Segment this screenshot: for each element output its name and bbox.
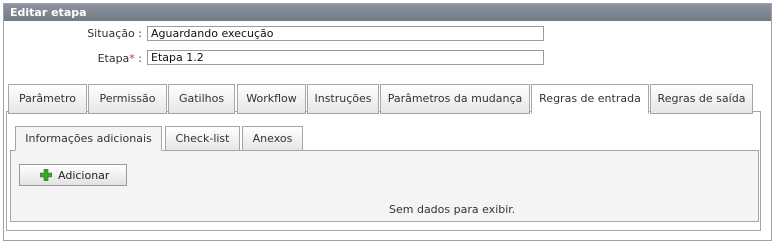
add-button[interactable]: Adicionar bbox=[19, 164, 127, 186]
etapa-label: Etapa* : bbox=[2, 52, 142, 65]
tab-check-list[interactable]: Check-list bbox=[165, 126, 240, 151]
situacao-label: Situação : bbox=[87, 27, 142, 40]
tab-instrucoes[interactable]: Instruções bbox=[307, 84, 379, 114]
tab-label: Regras de saída bbox=[657, 92, 746, 105]
tab-gatilhos[interactable]: Gatilhos bbox=[168, 84, 235, 114]
tab-label: Permissão bbox=[99, 92, 156, 105]
panel-title: Editar etapa bbox=[4, 4, 771, 21]
tab-workflow[interactable]: Workflow bbox=[237, 84, 306, 114]
situacao-field[interactable] bbox=[147, 26, 544, 41]
sub-tab-content bbox=[10, 150, 759, 222]
add-button-label: Adicionar bbox=[58, 168, 110, 182]
tab-informacoes-adicionais[interactable]: Informações adicionais bbox=[15, 126, 162, 151]
tab-label: Check-list bbox=[175, 132, 230, 145]
tab-label: Regras de entrada bbox=[539, 92, 641, 105]
tab-regras-saida[interactable]: Regras de saída bbox=[650, 84, 753, 114]
etapa-field[interactable] bbox=[147, 50, 544, 65]
tab-permissao[interactable]: Permissão bbox=[88, 84, 167, 114]
tab-regras-entrada[interactable]: Regras de entrada bbox=[531, 84, 649, 114]
tab-label: Anexos bbox=[252, 132, 293, 145]
tab-parametros-mudanca[interactable]: Parâmetros da mudança bbox=[380, 84, 530, 114]
tab-label: Informações adicionais bbox=[25, 132, 152, 145]
tab-label: Parâmetro bbox=[19, 92, 76, 105]
tab-parametro[interactable]: Parâmetro bbox=[8, 84, 87, 114]
tab-anexos[interactable]: Anexos bbox=[242, 126, 303, 151]
plus-icon bbox=[40, 169, 52, 181]
tab-label: Instruções bbox=[314, 92, 372, 105]
etapa-label-text: Etapa bbox=[97, 52, 130, 65]
empty-message: Sem dados para exibir. bbox=[389, 203, 516, 216]
etapa-label-suffix: : bbox=[134, 52, 142, 65]
tab-label: Gatilhos bbox=[178, 92, 225, 105]
tab-label: Parâmetros da mudança bbox=[387, 92, 523, 105]
tab-label: Workflow bbox=[246, 92, 297, 105]
